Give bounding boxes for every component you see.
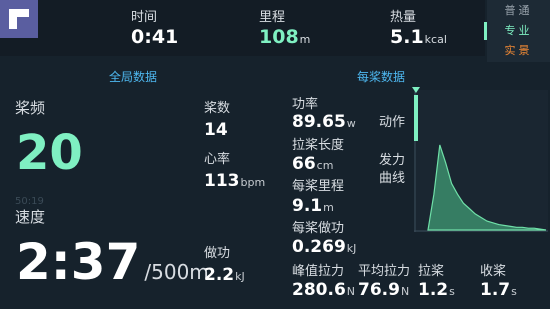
stroke-rate-label: 桨频 xyxy=(15,99,46,117)
avg-force-value: 76.9N xyxy=(358,280,410,300)
mode-selected-indicator xyxy=(484,22,487,40)
mode-selector: 普通 专业 实景 xyxy=(487,0,550,62)
speed-value: 2:37/500m xyxy=(16,233,209,291)
work-value: 2.2kJ xyxy=(204,265,245,285)
avg-force-label: 平均拉力 xyxy=(358,264,411,279)
calories-label: 热量 xyxy=(390,10,417,25)
distance-label: 里程 xyxy=(259,10,286,25)
stroke-length-label: 拉桨长度 xyxy=(292,138,345,153)
time-value: 0:41 xyxy=(131,26,179,48)
mode-pro[interactable]: 专业 xyxy=(487,21,550,41)
stroke-length-value: 66cm xyxy=(292,154,334,174)
heart-rate-value: 113bpm xyxy=(204,171,266,191)
stroke-count-label: 桨数 xyxy=(204,101,231,116)
speed-label: 速度 xyxy=(15,208,46,226)
time-label: 时间 xyxy=(131,10,158,25)
power-label: 功率 xyxy=(292,97,319,112)
peak-force-label: 峰值拉力 xyxy=(292,264,345,279)
distance-value: 108m xyxy=(259,26,311,48)
stroke-work-value: 0.269kJ xyxy=(292,237,357,257)
heart-rate-label: 心率 xyxy=(204,152,231,167)
stroke-work-label: 每桨做功 xyxy=(292,221,345,236)
pull-time-label: 拉桨 xyxy=(418,264,445,279)
stroke-rate-value: 20 xyxy=(16,125,83,181)
calories-value: 5.1kcal xyxy=(390,26,447,48)
logo-icon xyxy=(9,9,29,29)
work-label: 做功 xyxy=(204,246,231,261)
peak-force-value: 280.6N xyxy=(292,280,356,300)
motion-label: 动作 xyxy=(379,115,406,130)
motion-marker-icon xyxy=(412,87,420,93)
stroke-count-value: 14 xyxy=(204,120,228,140)
stroke-distance-value: 9.1m xyxy=(292,196,334,216)
stroke-distance-label: 每桨里程 xyxy=(292,179,345,194)
app-logo[interactable] xyxy=(0,0,38,38)
global-data-title: 全局数据 xyxy=(109,70,158,84)
recovery-time-label: 收桨 xyxy=(480,264,507,279)
force-curve-label: 发力 曲线 xyxy=(379,153,406,186)
motion-indicator xyxy=(412,87,420,141)
force-curve-chart xyxy=(414,90,548,232)
per-stroke-title: 每桨数据 xyxy=(357,70,406,84)
pull-time-value: 1.2s xyxy=(418,280,455,300)
mode-scene[interactable]: 实景 xyxy=(487,41,550,61)
power-value: 89.65w xyxy=(292,112,356,132)
recovery-time-value: 1.7s xyxy=(480,280,517,300)
mode-normal[interactable]: 普通 xyxy=(487,1,550,21)
motion-progress-bar xyxy=(414,95,418,141)
